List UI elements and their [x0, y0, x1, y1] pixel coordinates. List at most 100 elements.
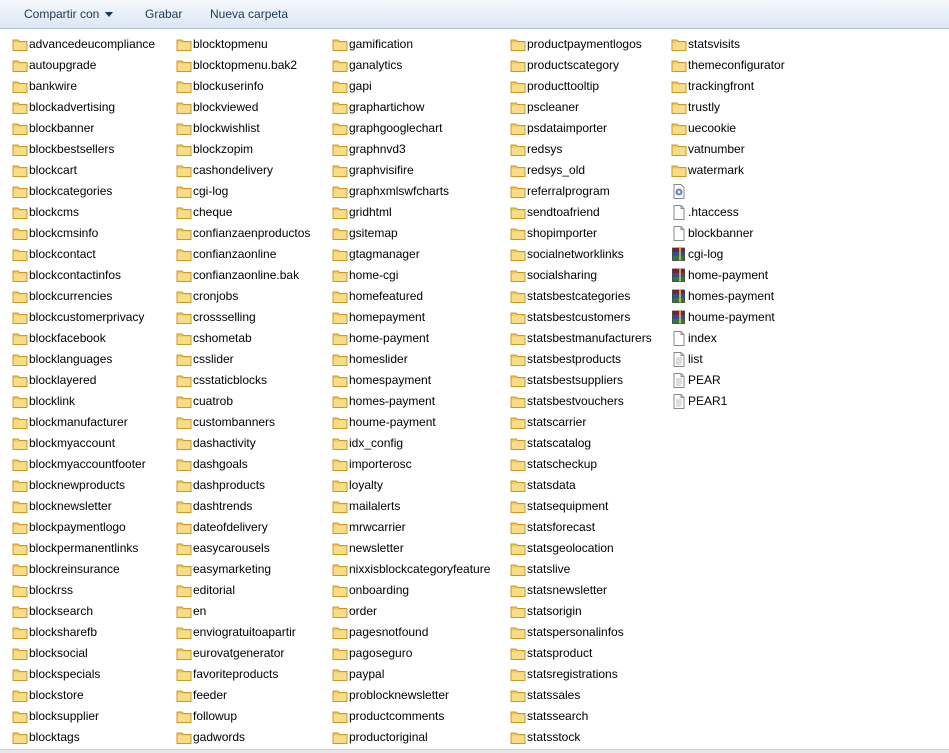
folder-icon — [510, 604, 526, 619]
folder-icon — [12, 100, 28, 115]
item-label: cuatrob — [193, 394, 234, 408]
item-label: homes-payment — [688, 289, 775, 303]
item-label: statscheckup — [527, 457, 598, 471]
folder-icon — [12, 667, 28, 682]
item-label: blockcmsinfo — [29, 226, 99, 240]
text-file-icon — [671, 373, 687, 388]
item-label: statsbestmanufacturers — [527, 331, 652, 345]
folder-icon — [332, 352, 348, 367]
file-icon — [671, 331, 687, 346]
item-label: onboarding — [349, 583, 410, 597]
folder-icon — [176, 79, 192, 94]
item-label: confianzaonline — [193, 247, 277, 261]
new-folder-button[interactable]: Nueva carpeta — [210, 7, 288, 22]
item-label: blocklink — [29, 394, 76, 408]
item-label: houme-payment — [688, 310, 775, 324]
folder-icon — [12, 163, 28, 178]
folder-icon — [510, 163, 526, 178]
archive-icon — [671, 289, 687, 304]
item-label: problocknewsletter — [349, 688, 450, 702]
item-label: gadwords — [193, 730, 246, 744]
item-label: statsdata — [527, 478, 576, 492]
folder-icon — [671, 142, 687, 157]
item-label: blockcms — [29, 205, 80, 219]
file-icon — [671, 226, 687, 241]
archive-icon — [671, 268, 687, 283]
item-label: cheque — [193, 205, 233, 219]
folder-icon — [510, 457, 526, 472]
folder-icon — [332, 667, 348, 682]
folder-icon — [12, 415, 28, 430]
folder-icon — [332, 478, 348, 493]
folder-icon — [176, 646, 192, 661]
item-label: statsorigin — [527, 604, 582, 618]
horizontal-scrollbar[interactable] — [0, 749, 949, 753]
folder-icon — [332, 289, 348, 304]
item-label: statsforecast — [527, 520, 596, 534]
item-label: dashtrends — [193, 499, 253, 513]
item-label: en — [193, 604, 207, 618]
folder-icon — [176, 310, 192, 325]
folder-icon — [12, 268, 28, 283]
folder-icon — [510, 352, 526, 367]
folder-icon — [176, 37, 192, 52]
item-label: blockreinsurance — [29, 562, 120, 576]
folder-icon — [176, 289, 192, 304]
item-label: blockmyaccountfooter — [29, 457, 146, 471]
folder-icon — [671, 100, 687, 115]
folder-icon — [12, 121, 28, 136]
item-label: cronjobs — [193, 289, 239, 303]
item-label: idx_config — [349, 436, 404, 450]
item-label: sendtoafriend — [527, 205, 600, 219]
folder-icon — [12, 184, 28, 199]
item-label: statscarrier — [527, 415, 587, 429]
folder-icon — [12, 79, 28, 94]
share-with-button[interactable]: Compartir con — [24, 7, 114, 22]
item-label: home-payment — [688, 268, 769, 282]
folder-icon — [510, 142, 526, 157]
item-label: statsbestvouchers — [527, 394, 624, 408]
folder-icon — [176, 457, 192, 472]
folder-icon — [12, 58, 28, 73]
folder-icon — [332, 205, 348, 220]
item-label: statsnewsletter — [527, 583, 608, 597]
item-label: blockmyaccount — [29, 436, 116, 450]
item-label: statsbestcategories — [527, 289, 631, 303]
item-label: blocktags — [29, 730, 80, 744]
folder-icon — [332, 583, 348, 598]
item-label: statsproduct — [527, 646, 593, 660]
item-label: blocklayered — [29, 373, 97, 387]
item-label: ganalytics — [349, 58, 403, 72]
folder-icon — [510, 499, 526, 514]
item-label: cashondelivery — [193, 163, 274, 177]
item-label: blocklanguages — [29, 352, 113, 366]
burn-button[interactable]: Grabar — [145, 7, 182, 22]
item-label: PEAR1 — [688, 394, 728, 408]
folder-icon — [332, 79, 348, 94]
item-label: statsregistrations — [527, 667, 618, 681]
item-label: homepayment — [349, 310, 426, 324]
folder-icon — [12, 142, 28, 157]
item-label: blocksharefb — [29, 625, 98, 639]
item-label: gamification — [349, 37, 414, 51]
item-label: custombanners — [193, 415, 276, 429]
item-label: csslider — [193, 352, 234, 366]
folder-icon — [176, 415, 192, 430]
item-label: graphxmlswfcharts — [349, 184, 450, 198]
folder-icon — [510, 289, 526, 304]
folder-icon — [12, 541, 28, 556]
folder-icon — [510, 541, 526, 556]
item-label: statsequipment — [527, 499, 609, 513]
folder-icon — [176, 163, 192, 178]
folder-icon — [12, 457, 28, 472]
folder-icon — [332, 436, 348, 451]
item-label: homes-payment — [349, 394, 436, 408]
chevron-down-icon — [105, 12, 114, 18]
item-label: statsgeolocation — [527, 541, 614, 555]
folder-icon — [510, 184, 526, 199]
folder-icon — [176, 394, 192, 409]
folder-icon — [510, 415, 526, 430]
folder-icon — [510, 667, 526, 682]
item-label: socialnetworklinks — [527, 247, 624, 261]
folder-icon — [12, 352, 28, 367]
